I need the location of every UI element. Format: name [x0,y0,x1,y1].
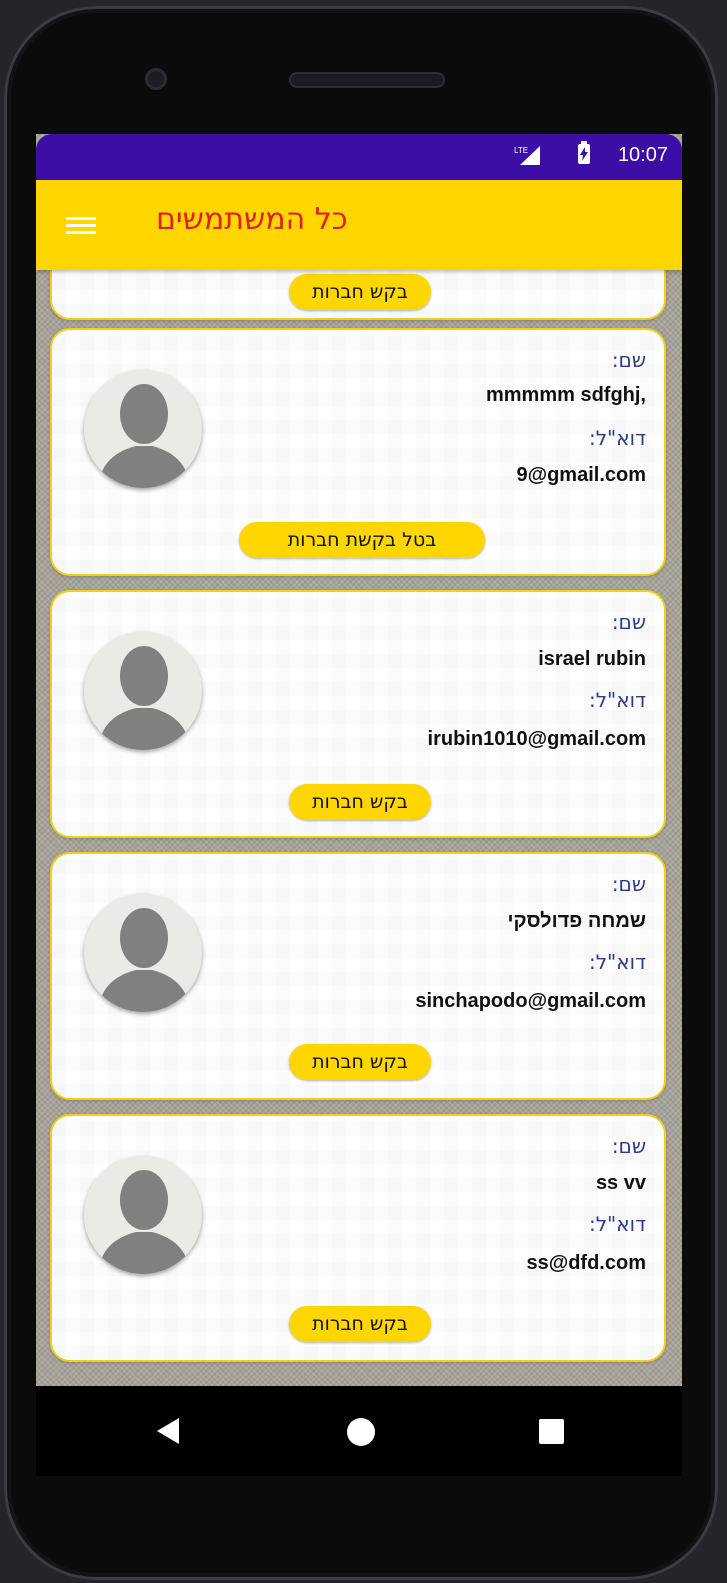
status-time: 10:07 [617,144,668,166]
earpiece-speaker [289,72,445,88]
navigation-bar [36,1386,682,1476]
person-icon [98,384,190,488]
user-email: irubin1010@gmail.com [427,728,646,750]
avatar [84,370,202,488]
user-email: sinchapodo@gmail.com [415,990,646,1012]
friend-request-button[interactable]: בקש חברות [289,1044,431,1080]
user-card: שם: mmmmm sdfghj, דוא"ל: 9@gmail.com בטל… [50,328,666,576]
email-label: דוא"ל: [588,688,646,712]
back-icon[interactable] [157,1418,179,1444]
user-name: israel rubin [538,648,646,670]
user-name: mmmmm sdfghj, [485,384,646,406]
user-card: שם: israel rubin דוא"ל: irubin1010@gmail… [50,590,666,838]
app-screen: LTE 10:07 כל המשתמשים בקש חברות שם: mmmm… [36,134,682,1386]
users-list[interactable]: בקש חברות שם: mmmmm sdfghj, דוא"ל: 9@gma… [36,270,682,1386]
user-email: ss@dfd.com [526,1252,646,1274]
user-name: שמחה פדולסקי [507,910,646,932]
name-label: שם: [611,1134,646,1158]
name-label: שם: [611,348,646,372]
avatar [84,1156,202,1274]
user-card-partial: בקש חברות [50,270,666,320]
name-label: שם: [611,610,646,634]
email-label: דוא"ל: [588,426,646,450]
user-email: 9@gmail.com [516,464,646,486]
name-label: שם: [611,872,646,896]
email-label: דוא"ל: [588,1212,646,1236]
svg-text:LTE: LTE [514,146,528,155]
hamburger-menu-icon[interactable] [66,217,96,235]
user-card: שם: שמחה פדולסקי דוא"ל: sinchapodo@gmail… [50,852,666,1100]
status-bar: LTE 10:07 [36,134,682,180]
battery-icon [578,141,590,164]
recent-apps-icon[interactable] [539,1419,564,1444]
friend-request-button[interactable]: בקש חברות [289,274,431,310]
friend-request-button[interactable]: בקש חברות [289,1306,431,1342]
home-icon[interactable] [347,1418,375,1446]
email-label: דוא"ל: [588,950,646,974]
front-camera [145,68,167,90]
app-bar: כל המשתמשים [36,180,682,270]
person-icon [98,1170,190,1274]
lte-signal-icon: LTE [514,146,540,165]
user-card: שם: ss vv דוא"ל: ss@dfd.com בקש חברות [50,1114,666,1362]
friend-request-button[interactable]: בקש חברות [289,784,431,820]
avatar [84,632,202,750]
cancel-friend-request-button[interactable]: בטל בקשת חברות [239,522,485,558]
user-name: ss vv [595,1172,646,1194]
person-icon [98,646,190,750]
page-title: כל המשתמשים [156,202,348,237]
avatar [84,894,202,1012]
person-icon [98,908,190,1012]
